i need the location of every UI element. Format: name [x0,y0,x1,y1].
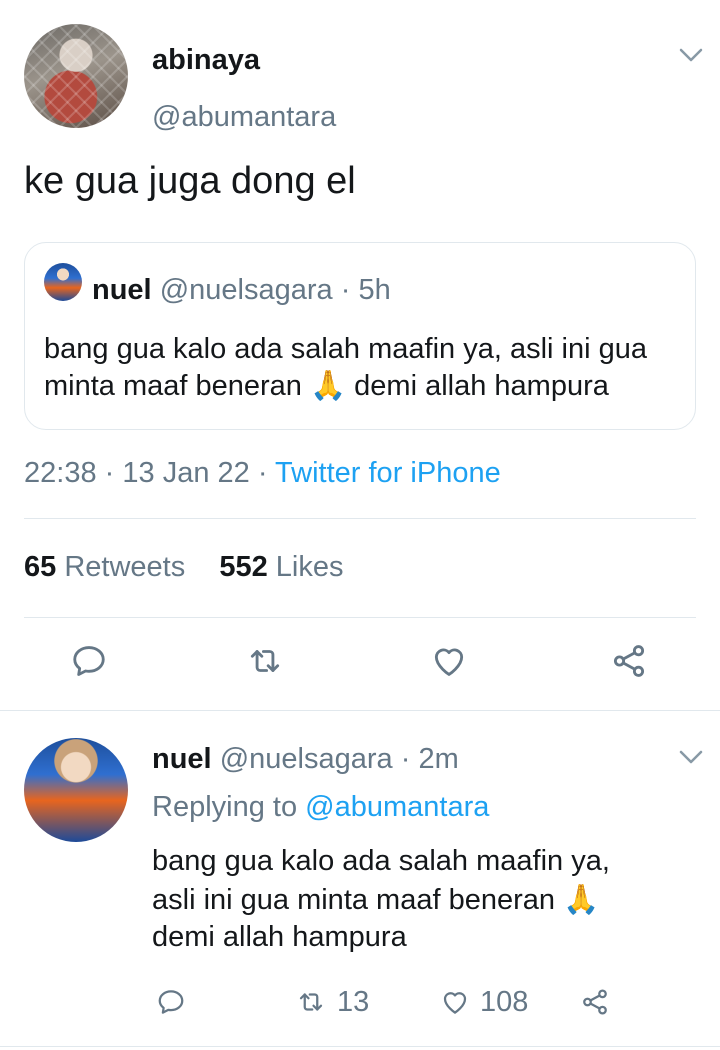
author-name[interactable]: abinaya [152,44,260,77]
tweet-text: ke gua juga dong el [24,160,356,202]
quote-header: nuel @nuelsagara · 5h [92,274,391,307]
replying-handle-link[interactable]: @abumantara [305,791,489,823]
reply-icon[interactable] [70,642,108,685]
reply-text-line-3: demi allah hampura [152,921,407,953]
folded-hands-emoji: 🙏 [563,884,600,916]
reply-author-name[interactable]: nuel [152,743,212,775]
reply-time: 2m [418,743,459,775]
divider [0,1046,720,1047]
reply-separator: · [400,743,411,775]
likes-stat[interactable]: 552 Likes [219,551,343,583]
share-icon[interactable] [610,642,648,685]
share-icon[interactable] [580,987,610,1022]
divider [24,518,696,519]
author-avatar[interactable] [24,24,128,128]
reply-retweet-count: 13 [337,986,370,1018]
chevron-down-icon[interactable] [676,40,706,70]
quote-time: 5h [358,274,391,306]
quote-author-name: nuel [92,274,152,306]
tweet-date: 13 Jan 22 [122,457,250,489]
tweet-time: 22:38 [24,457,97,489]
replying-to: Replying to @abumantara [152,791,489,824]
quote-author-avatar [44,263,82,301]
chevron-down-icon[interactable] [676,742,706,772]
reply-like-count: 108 [480,986,529,1018]
quote-text-line-2b: demi allah hampura [354,370,609,402]
reply-text-line-2a: asli ini gua minta maaf beneran [152,884,556,916]
likes-label: Likes [275,551,344,583]
reply-author-avatar[interactable] [24,738,128,842]
meta-separator: · [257,457,268,489]
reply-header: nuel @nuelsagara · 2m [152,743,459,776]
tweet-meta: 22:38 · 13 Jan 22 · Twitter for iPhone [24,457,501,490]
tweet-client-link[interactable]: Twitter for iPhone [275,457,501,489]
quote-text-line-2: minta maaf beneran 🙏 demi allah hampura [44,369,609,403]
retweet-icon[interactable] [296,987,326,1022]
reply-text-line-1: bang gua kalo ada salah maafin ya, [152,845,610,877]
quote-separator: · [340,274,351,306]
reply-text-line-2: asli ini gua minta maaf beneran 🙏 [152,883,599,917]
divider [24,617,696,618]
author-handle[interactable]: @abumantara [152,101,336,134]
retweets-stat[interactable]: 65 Retweets [24,551,185,583]
retweets-label: Retweets [64,551,186,583]
retweet-icon[interactable] [246,642,284,685]
reply-icon[interactable] [156,987,186,1022]
quote-text-line-2a: minta maaf beneran [44,370,302,402]
quote-text-line-1: bang gua kalo ada salah maafin ya, asli … [44,333,647,365]
quote-author-handle: @nuelsagara [159,274,333,306]
divider [0,710,720,711]
heart-icon[interactable] [440,987,470,1022]
retweets-count: 65 [24,551,57,583]
likes-count: 552 [219,551,268,583]
meta-separator: · [104,457,115,489]
reply-author-handle[interactable]: @nuelsagara [220,743,393,775]
replying-prefix: Replying to [152,791,298,823]
tweet-stats: 65 Retweets 552 Likes [24,551,344,584]
folded-hands-emoji: 🙏 [310,370,347,402]
heart-icon[interactable] [430,642,468,685]
